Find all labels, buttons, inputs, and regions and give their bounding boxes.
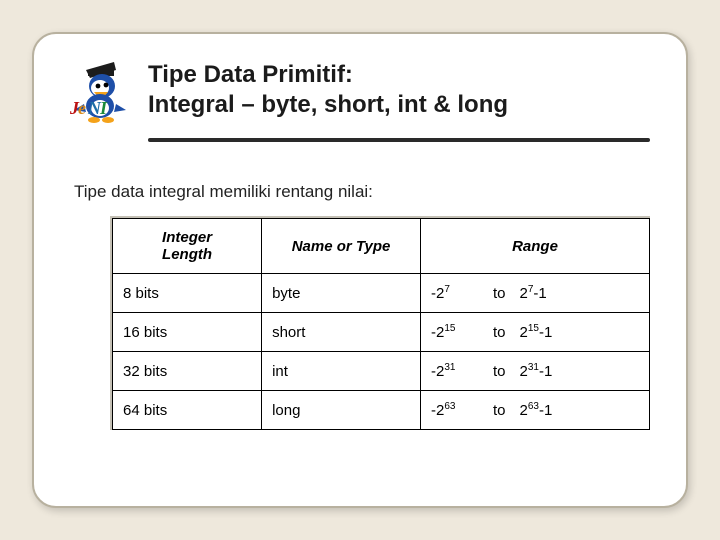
- table-row: 16 bits short -215 to 215-1: [113, 313, 650, 352]
- exp-high: 7: [528, 284, 534, 295]
- title-line-1: Tipe Data Primitif:: [148, 60, 654, 90]
- integral-table: Integer Length Name or Type Range 8 bits…: [112, 218, 650, 430]
- table-row: 32 bits int -231 to 231-1: [113, 352, 650, 391]
- range-to: to: [493, 363, 506, 380]
- exp-low: 15: [444, 323, 455, 334]
- exp-high: 63: [528, 401, 539, 412]
- cell-length: 64 bits: [113, 391, 262, 430]
- cell-range: -263 to 263-1: [420, 391, 649, 430]
- exp-low: 7: [444, 284, 450, 295]
- cell-range: -231 to 231-1: [420, 352, 649, 391]
- range-to: to: [493, 402, 506, 419]
- title-line-2: Integral – byte, short, int & long: [148, 90, 654, 120]
- integral-table-wrap: Integer Length Name or Type Range 8 bits…: [110, 216, 650, 430]
- table-row: 8 bits byte -27 to 27-1: [113, 274, 650, 313]
- cell-type: short: [262, 313, 421, 352]
- header: J e N I Tipe Data Primitif: Integral – b…: [66, 56, 654, 130]
- svg-text:I: I: [99, 98, 108, 118]
- col-range: Range: [420, 219, 649, 274]
- col-integer-length: Integer Length: [113, 219, 262, 274]
- cell-length: 8 bits: [113, 274, 262, 313]
- range-to: to: [493, 324, 506, 341]
- range-to: to: [493, 285, 506, 302]
- exp-high: 31: [528, 362, 539, 373]
- header-length: Length: [162, 246, 212, 263]
- cell-type: byte: [262, 274, 421, 313]
- jeni-logo: J e N I: [66, 56, 134, 130]
- title-block: Tipe Data Primitif: Integral – byte, sho…: [148, 56, 654, 120]
- cell-range: -27 to 27-1: [420, 274, 649, 313]
- exp-low: 31: [444, 362, 455, 373]
- jeni-logo-icon: J e N I: [66, 56, 134, 130]
- header-rule: [148, 138, 650, 142]
- svg-text:e: e: [78, 98, 86, 118]
- subtitle: Tipe data integral memiliki rentang nila…: [74, 182, 654, 202]
- col-name-or-type: Name or Type: [262, 219, 421, 274]
- cell-type: int: [262, 352, 421, 391]
- cell-length: 16 bits: [113, 313, 262, 352]
- exp-high: 15: [528, 323, 539, 334]
- cell-type: long: [262, 391, 421, 430]
- cell-length: 32 bits: [113, 352, 262, 391]
- exp-low: 63: [444, 401, 455, 412]
- table-header-row: Integer Length Name or Type Range: [113, 219, 650, 274]
- header-integer: Integer: [162, 229, 212, 246]
- cell-range: -215 to 215-1: [420, 313, 649, 352]
- slide-frame: J e N I Tipe Data Primitif: Integral – b…: [32, 32, 688, 508]
- table-row: 64 bits long -263 to 263-1: [113, 391, 650, 430]
